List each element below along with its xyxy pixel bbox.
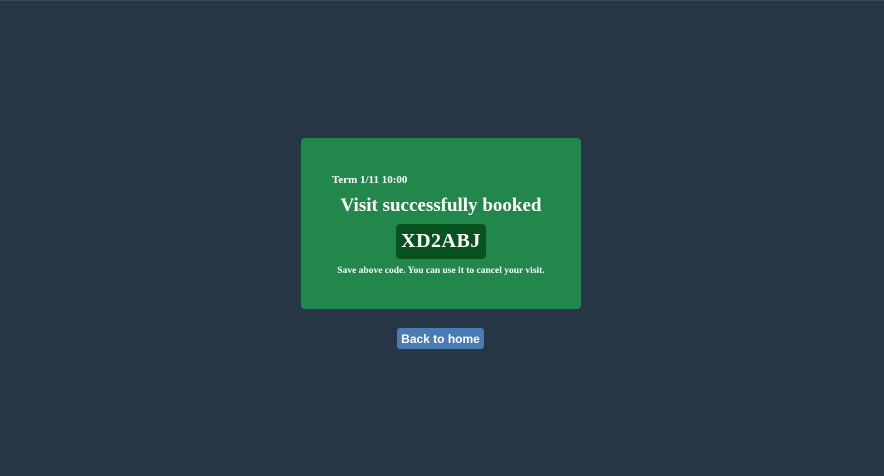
confirmation-title: Visit successfully booked [340,195,542,216]
back-to-home-button[interactable]: Back to home [397,328,484,349]
save-code-note: Save above code. You can use it to cance… [337,266,545,276]
booking-confirmation-card: Term 1/11 10:00 Visit successfully booke… [301,138,581,309]
term-text: Term 1/11 10:00 [332,174,408,186]
booking-code: XD2ABJ [396,224,486,259]
